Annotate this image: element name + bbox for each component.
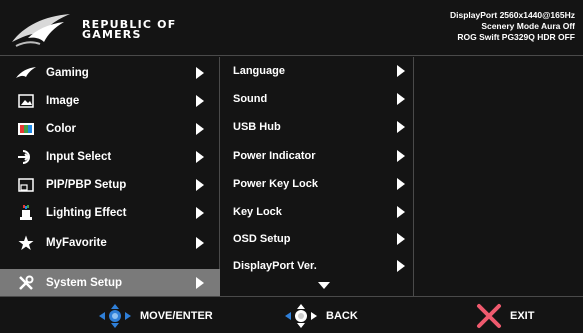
sub-menu-label: Key Lock	[233, 206, 282, 218]
chevron-right-icon	[397, 206, 405, 218]
main-menu-label: Lighting Effect	[46, 207, 127, 219]
sub-menu-item-sound[interactable]: Sound	[221, 85, 414, 113]
sub-menu-item-power-indicator[interactable]: Power Indicator	[221, 142, 414, 170]
sub-menu-label: Language	[233, 65, 285, 77]
status-line-2: Scenery Mode Aura Off	[481, 21, 575, 31]
sub-menu-label: DisplayPort Ver.	[233, 260, 317, 272]
chevron-right-icon	[397, 65, 405, 77]
chevron-right-icon	[397, 260, 405, 272]
input-select-icon	[16, 147, 36, 167]
sub-menu-item-language[interactable]: Language	[221, 57, 414, 85]
move-enter-hint[interactable]: MOVE/ENTER	[98, 297, 213, 333]
chevron-right-icon	[196, 95, 204, 107]
status-line-3: ROG Swift PG329Q HDR OFF	[457, 32, 575, 42]
osd-footer: MOVE/ENTER BACK EXIT	[0, 296, 583, 333]
main-menu-item-myfavorite[interactable]: MyFavorite	[0, 229, 220, 257]
chevron-right-icon	[196, 277, 204, 289]
chevron-right-icon	[196, 123, 204, 135]
sub-menu-label: Power Key Lock	[233, 178, 318, 190]
sub-menu-label: USB Hub	[233, 121, 281, 133]
close-icon	[477, 303, 501, 328]
main-menu-item-system-setup[interactable]: System Setup	[0, 269, 220, 297]
rog-logo: REPUBLIC OF GAMERS	[10, 8, 175, 50]
scroll-down-icon[interactable]	[318, 282, 330, 289]
sub-menu-item-power-key-lock[interactable]: Power Key Lock	[221, 170, 414, 198]
move-enter-label: MOVE/ENTER	[140, 309, 213, 322]
exit-hint[interactable]: EXIT	[476, 297, 534, 333]
exit-label: EXIT	[510, 309, 535, 322]
main-menu-item-input-select[interactable]: Input Select	[0, 143, 220, 171]
back-label: BACK	[326, 309, 358, 322]
back-hint[interactable]: BACK	[284, 297, 358, 333]
sub-menu-label: OSD Setup	[233, 233, 291, 245]
main-menu-label: Input Select	[46, 151, 112, 163]
brand-line-2: GAMERS	[82, 28, 142, 41]
chevron-right-icon	[397, 233, 405, 245]
chevron-right-icon	[397, 121, 405, 133]
rog-eye-icon	[16, 63, 36, 83]
star-icon	[16, 233, 36, 253]
main-menu-label: System Setup	[46, 277, 123, 289]
color-icon	[16, 119, 36, 139]
sub-menu-item-key-lock[interactable]: Key Lock	[221, 198, 414, 226]
osd-header: REPUBLIC OF GAMERS DisplayPort 2560x1440…	[0, 0, 583, 56]
main-menu-label: Color	[46, 123, 77, 135]
sub-menu-item-usb-hub[interactable]: USB Hub	[221, 113, 414, 141]
chevron-right-icon	[196, 237, 204, 249]
main-menu-label: MyFavorite	[46, 237, 107, 249]
rog-eye-logo-icon	[12, 14, 70, 47]
main-menu-label: Image	[46, 95, 80, 107]
sub-menu-item-osd-setup[interactable]: OSD Setup	[221, 225, 414, 253]
brand-text: REPUBLIC OF GAMERS	[82, 19, 176, 41]
detail-panel	[415, 57, 583, 296]
chevron-right-icon	[196, 179, 204, 191]
main-menu-item-pip-pbp[interactable]: PIP/PBP Setup	[0, 171, 220, 199]
main-menu-label: Gaming	[46, 67, 89, 79]
chevron-right-icon	[196, 151, 204, 163]
image-icon	[16, 91, 36, 111]
status-line-1: DisplayPort 2560x1440@165Hz	[449, 10, 575, 20]
lighting-icon	[16, 203, 36, 223]
sub-menu-label: Sound	[233, 93, 268, 105]
wrench-icon	[16, 273, 36, 293]
sub-menu-label: Power Indicator	[233, 150, 316, 162]
sub-menu-item-displayport-ver[interactable]: DisplayPort Ver.	[221, 252, 414, 280]
chevron-right-icon	[397, 178, 405, 190]
main-menu-label: PIP/PBP Setup	[46, 179, 127, 191]
status-info: DisplayPort 2560x1440@165Hz Scenery Mode…	[450, 10, 575, 43]
joystick-back-icon	[285, 303, 317, 328]
sub-menu: Language Sound USB Hub Power Indicator P…	[221, 57, 414, 296]
main-menu-item-lighting-effect[interactable]: Lighting Effect	[0, 199, 220, 227]
chevron-right-icon	[397, 150, 405, 162]
main-menu-item-image[interactable]: Image	[0, 87, 220, 115]
main-menu-item-color[interactable]: Color	[0, 115, 220, 143]
chevron-right-icon	[196, 207, 204, 219]
main-menu-item-gaming[interactable]: Gaming	[0, 59, 220, 87]
pip-icon	[16, 175, 36, 195]
chevron-right-icon	[196, 67, 204, 79]
joystick-move-icon	[99, 303, 131, 328]
osd-window: REPUBLIC OF GAMERS DisplayPort 2560x1440…	[0, 0, 583, 333]
chevron-right-icon	[397, 93, 405, 105]
main-menu: Gaming Image Color Input Select PIP/PBP …	[0, 57, 220, 297]
